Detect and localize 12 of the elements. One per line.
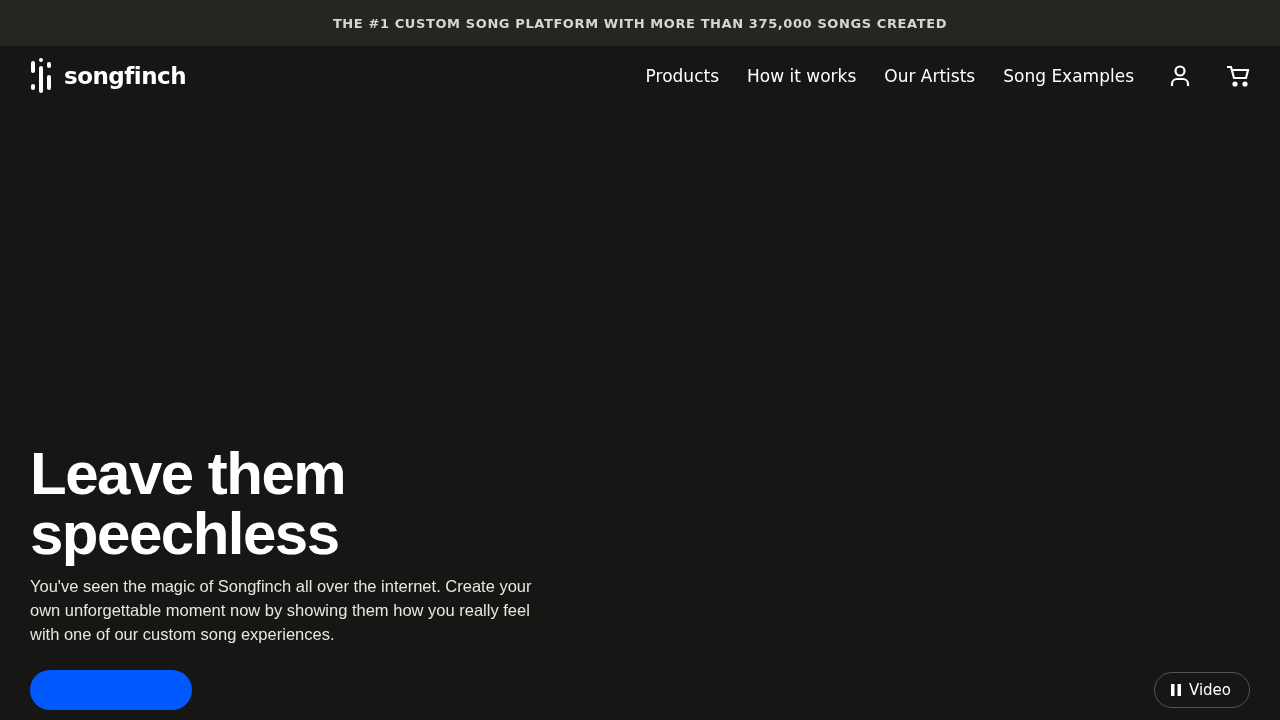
account-icon[interactable] xyxy=(1170,65,1190,87)
nav-link[interactable]: Our Artists xyxy=(884,66,976,86)
nav-link[interactable]: Products xyxy=(645,66,719,86)
cta-button[interactable] xyxy=(30,670,192,710)
nav-link[interactable]: Song Examples xyxy=(1003,66,1134,86)
announcement-text: THE #1 CUSTOM SONG PLATFORM WITH MORE THAN 375,000 SONGS CREATED xyxy=(332,15,948,31)
hero-title: Leave them speechless xyxy=(30,444,347,564)
cart-icon[interactable] xyxy=(1226,65,1250,87)
logo-text[interactable]: songfinch xyxy=(64,63,187,89)
hero-text: You've seen the magic of Songfinch all over the internet. Create your own unforgettable moment now by showing them how you really feel with one of our custom song experiences. xyxy=(30,576,533,645)
nav-link[interactable]: How it works xyxy=(747,66,857,86)
pause-icon xyxy=(1170,684,1181,696)
